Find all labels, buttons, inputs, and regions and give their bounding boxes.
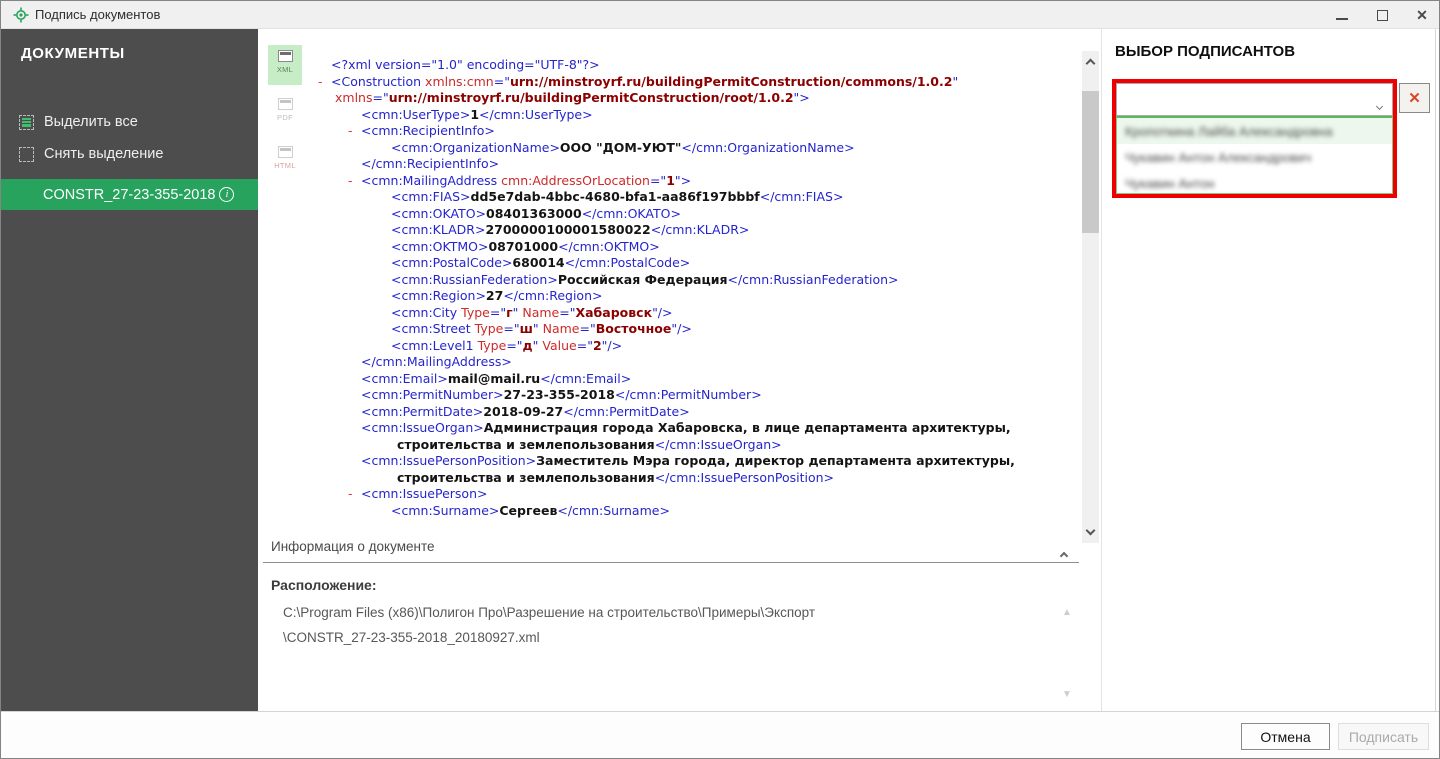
window-title: Подпись документов xyxy=(35,7,161,22)
xml-line: <cmn:KLADR>2700000100001580022</cmn:KLAD… xyxy=(391,222,750,237)
xml-line: <cmn:PostalCode>680014</cmn:PostalCode> xyxy=(391,255,691,270)
sign-documents-window: Подпись документов ✕ ДОКУМЕНТЫ Выделить … xyxy=(0,0,1440,759)
tab-html[interactable]: HTML xyxy=(268,141,302,181)
signers-panel: ВЫБОР ПОДПИСАНТОВ Кропоткина Лайба Алекс… xyxy=(1101,29,1439,711)
xml-code: <?xml version="1.0" encoding="UTF-8"?> - <… xyxy=(305,57,1075,519)
signer-option-label: Кропоткина Лайба Александровна xyxy=(1125,123,1333,139)
scroll-down-icon[interactable] xyxy=(1082,524,1099,541)
signer-option-label: Чукавин Антон Александрович xyxy=(1125,149,1312,165)
xml-scrollbar[interactable] xyxy=(1082,51,1099,543)
separator xyxy=(263,562,1079,563)
xml-line: <cmn:IssueOrgan>Администрация города Хаб… xyxy=(361,420,1011,435)
xml-line: xmlns="urn://minstroyrf.ru/buildingPermi… xyxy=(335,90,810,105)
clear-selection-button[interactable]: ✕ xyxy=(1399,83,1430,113)
signers-dropdown-list: Кропоткина Лайба Александровна Чукавин Ан… xyxy=(1116,116,1393,194)
xml-line: <cmn:City Type="г" Name="Хабаровск"/> xyxy=(391,304,673,320)
xml-line: <cmn:OrganizationName>ООО "ДОМ-УЮТ"</cmn… xyxy=(391,139,855,155)
xml-line: - <Construction xmlns:cmn="urn://minstroy… xyxy=(318,73,959,91)
document-label: CONSTR_27-23-355-2018 xyxy=(43,186,216,203)
xml-line: <cmn:Level1 Type="д" Value="2"/> xyxy=(391,337,623,353)
maximize-button[interactable] xyxy=(1375,8,1389,22)
title-bar: Подпись документов ✕ xyxy=(1,1,1439,29)
html-file-icon xyxy=(277,146,293,158)
deselect-button[interactable]: Снять выделение xyxy=(1,141,258,167)
signer-option[interactable]: Чукавин Антон xyxy=(1117,170,1392,193)
collapse-minus-icon[interactable]: - xyxy=(348,123,353,140)
collapse-minus-icon[interactable]: - xyxy=(318,74,323,91)
xml-line: - <cmn:RecipientInfo> xyxy=(348,123,495,140)
select-all-icon xyxy=(19,114,34,130)
location-label: Расположение: xyxy=(271,577,377,593)
xml-line: <cmn:RussianFederation>Российская Федера… xyxy=(391,271,899,287)
info-scroll-down-icon[interactable]: ▼ xyxy=(1062,689,1072,700)
location-path-line1: C:\Program Files (x86)\Полигон Про\Разре… xyxy=(283,605,816,620)
close-button[interactable]: ✕ xyxy=(1415,7,1429,23)
signer-option[interactable]: Кропоткина Лайба Александровна xyxy=(1117,118,1392,144)
xml-line: строительства и землепользования</cmn:Is… xyxy=(397,436,782,452)
deselect-icon xyxy=(19,146,34,162)
xml-line: <cmn:Street Type="ш" Name="Восточное"/> xyxy=(391,321,692,336)
red-annotation-box: Кропоткина Лайба Александровна Чукавин Ан… xyxy=(1112,79,1397,198)
signer-combobox[interactable] xyxy=(1116,83,1393,116)
xml-line: <cmn:Region>27</cmn:Region> xyxy=(391,288,603,303)
document-item-selected[interactable]: CONSTR_27-23-355-2018 i xyxy=(1,179,258,210)
xml-line: <cmn:PermitDate>2018-09-27</cmn:PermitDa… xyxy=(361,403,690,419)
xml-line: - <cmn:MailingAddress cmn:AddressOrLocati… xyxy=(348,172,692,190)
select-all-button[interactable]: Выделить все xyxy=(1,109,258,135)
xml-line: <cmn:PermitNumber>27-23-355-2018</cmn:Pe… xyxy=(361,387,762,402)
xml-line: - <cmn:IssuePerson> xyxy=(348,486,488,503)
maximize-icon xyxy=(1376,9,1388,21)
info-scroll-up-icon[interactable]: ▲ xyxy=(1062,607,1072,618)
footer-bar: Отмена Подписать xyxy=(1,711,1439,758)
signer-option-label: Чукавин Антон xyxy=(1125,175,1215,191)
pdf-file-icon xyxy=(277,98,293,110)
xml-line: </cmn:RecipientInfo> xyxy=(361,156,500,171)
xml-line: <cmn:OKATO>08401363000</cmn:OKATO> xyxy=(391,205,681,221)
scroll-up-icon[interactable] xyxy=(1082,53,1099,70)
xml-file-icon xyxy=(277,50,293,62)
xml-line: <cmn:OKTMO>08701000</cmn:OKTMO> xyxy=(391,238,660,254)
xml-line: <cmn:FIAS>dd5e7dab-4bbc-4680-bfa1-aa86f1… xyxy=(391,189,844,204)
documents-sidebar: ДОКУМЕНТЫ Выделить все Снять выделение C… xyxy=(1,29,258,711)
select-all-label: Выделить все xyxy=(44,114,138,130)
xml-line: <cmn:Surname>Сергеев</cmn:Surname> xyxy=(391,502,670,518)
panel-scroll-track xyxy=(1435,29,1436,711)
tab-xml[interactable]: XML xyxy=(268,45,302,85)
sign-button[interactable]: Подписать xyxy=(1338,723,1429,750)
deselect-label: Снять выделение xyxy=(44,146,164,162)
collapse-minus-icon[interactable]: - xyxy=(348,173,353,190)
document-info-header: Информация о документе xyxy=(271,539,435,554)
minimize-button[interactable] xyxy=(1335,8,1349,22)
xml-line: <?xml version="1.0" encoding="UTF-8"?> xyxy=(331,57,600,72)
chevron-down-icon[interactable] xyxy=(1375,96,1384,114)
sidebar-title: ДОКУМЕНТЫ xyxy=(21,45,125,62)
app-logo-icon xyxy=(13,7,29,23)
signer-option[interactable]: Чукавин Антон Александрович xyxy=(1117,144,1392,170)
tab-pdf[interactable]: PDF xyxy=(268,93,302,133)
xml-line: <cmn:Email>mail@mail.ru</cmn:Email> xyxy=(361,370,632,386)
signers-title: ВЫБОР ПОДПИСАНТОВ xyxy=(1115,43,1296,60)
collapse-minus-icon[interactable]: - xyxy=(348,486,353,503)
xml-line: </cmn:MailingAddress> xyxy=(361,354,512,369)
xml-line: <cmn:UserType>1</cmn:UserType> xyxy=(361,106,593,122)
minimize-icon xyxy=(1336,18,1348,20)
xml-line: строительства и землепользования</cmn:Is… xyxy=(397,469,835,485)
scrollbar-thumb[interactable] xyxy=(1082,91,1099,233)
location-path-line2: \CONSTR_27-23-355-2018_20180927.xml xyxy=(283,630,540,645)
document-preview-panel: XML PDF HTML <?xml version="1.0" encodin… xyxy=(258,29,1101,711)
cancel-button[interactable]: Отмена xyxy=(1241,723,1330,750)
xml-line: <cmn:IssuePersonPosition>Заместитель Мэр… xyxy=(361,453,1015,468)
info-icon[interactable]: i xyxy=(219,187,235,202)
